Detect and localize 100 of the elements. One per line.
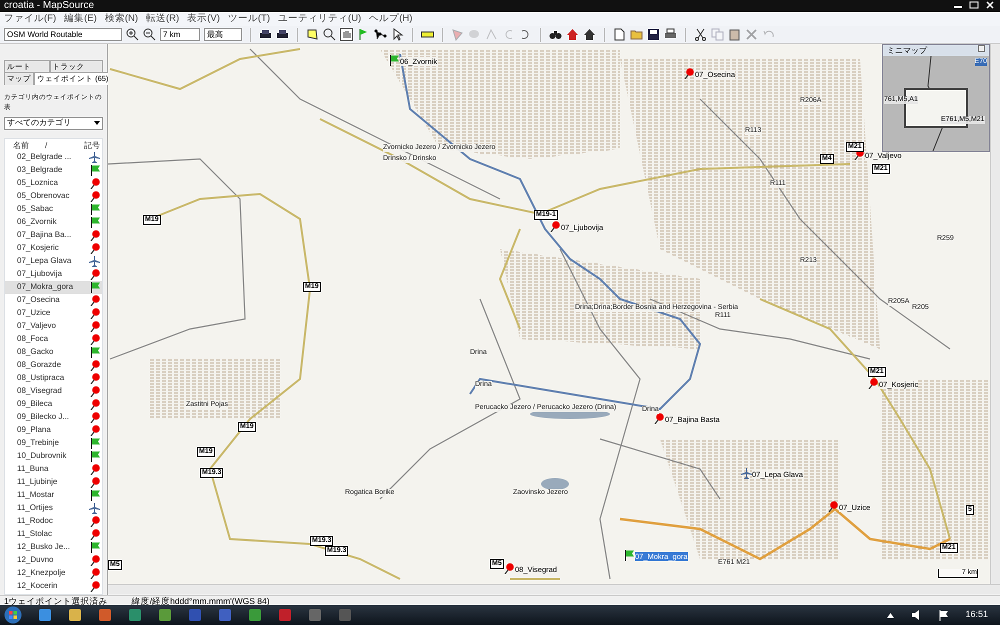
waypoint-row[interactable]: 05_Loznica — [5, 176, 102, 190]
save-button[interactable] — [647, 28, 660, 41]
taskbar-app-icon[interactable] — [68, 608, 82, 622]
menu-item[interactable]: ツール(T) — [228, 12, 270, 26]
car-button[interactable] — [259, 28, 272, 41]
waypoint-row[interactable]: 05_Obrenovac — [5, 190, 102, 203]
waypoint-row[interactable]: 09_Bileca — [5, 398, 102, 411]
menu-item[interactable]: 編集(E) — [64, 12, 97, 26]
waypoint-row[interactable]: 07_Lepa Glava — [5, 254, 102, 268]
menu-item[interactable]: 転送(R) — [146, 12, 180, 26]
car-button[interactable] — [276, 28, 289, 41]
house-button[interactable] — [583, 28, 596, 41]
waypoint-name: 05_Obrenovac — [17, 190, 70, 202]
pin-icon — [90, 334, 100, 345]
waypoint-row[interactable]: 12_Busko Je... — [5, 540, 102, 554]
waypoint-row[interactable]: 06_Zvornik — [5, 216, 102, 229]
menu-item[interactable]: 表示(V) — [187, 12, 220, 26]
zoom-in-button[interactable] — [126, 28, 139, 41]
waypoint-row[interactable]: 11_Ljubinje — [5, 476, 102, 489]
pin-icon — [90, 386, 100, 397]
maximize-icon[interactable] — [968, 0, 980, 10]
airplane-icon[interactable] — [741, 468, 752, 479]
waypoint-name: 09_Trebinje — [17, 437, 59, 450]
waypoint-row[interactable]: 07_Bajina Ba... — [5, 228, 102, 242]
waypoint-row[interactable]: 12_Kocerin — [5, 580, 102, 593]
waypoint-row[interactable]: 11_Buna — [5, 462, 102, 476]
menu-item[interactable]: ヘルプ(H) — [369, 12, 412, 26]
waypoint-row[interactable]: 07_Ljubovija — [5, 268, 102, 281]
waypoint-name: 09_Bilecko J... — [17, 411, 70, 424]
vertical-scrollbar[interactable] — [990, 44, 1000, 584]
pin-icon[interactable] — [868, 378, 878, 389]
pin-icon[interactable] — [550, 221, 560, 232]
horizontal-scrollbar[interactable] — [108, 584, 1000, 594]
waypoint-row[interactable]: 12_Knezpolje — [5, 566, 102, 580]
menu-item[interactable]: ファイル(F) — [4, 12, 56, 26]
waypoint-row[interactable]: 05_Sabac — [5, 202, 102, 216]
column-header[interactable]: 名前 — [13, 140, 29, 151]
zoom-tool-button[interactable] — [323, 28, 336, 41]
clock[interactable]: 16:51 — [965, 608, 988, 622]
flag-icon — [90, 216, 100, 228]
waypoint-row[interactable]: 07_Uzice — [5, 306, 102, 320]
pin-icon[interactable] — [504, 563, 514, 574]
waypoint-row[interactable]: 11_Rodoc — [5, 514, 102, 528]
cut-button[interactable] — [694, 28, 707, 41]
waypoint-row[interactable]: 11_Ortijes — [5, 502, 102, 515]
hand-button[interactable] — [340, 28, 353, 41]
folder-button[interactable] — [630, 28, 643, 41]
flag-icon[interactable] — [389, 55, 399, 66]
waypoint-row[interactable]: 11_Stolac — [5, 528, 102, 541]
taskbar-app-icon[interactable] — [128, 608, 142, 622]
waypoint-row[interactable]: 08_Ustipraca — [5, 372, 102, 385]
waypoint-row[interactable]: 09_Bilecko J... — [5, 410, 102, 424]
pointer-button[interactable] — [391, 28, 404, 41]
waypoint-row[interactable]: 07_Osecina — [5, 294, 102, 307]
pin-icon — [90, 190, 100, 202]
waypoint-row[interactable]: 07_Kosjeric — [5, 242, 102, 255]
taskbar-app-icon[interactable] — [248, 608, 262, 622]
waypoint-row[interactable]: 08_Gorazde — [5, 358, 102, 372]
detail-dropdown[interactable]: 最高 — [204, 28, 242, 41]
status-text: 1ウェイポイント選択済み — [4, 596, 108, 605]
pin-icon[interactable] — [684, 68, 694, 79]
menu-item[interactable]: 検索(N) — [104, 12, 138, 26]
flag-icon[interactable] — [624, 550, 634, 561]
waypoint-row[interactable]: 08_Visegrad — [5, 384, 102, 398]
map-product-dropdown[interactable]: OSM World Routable — [4, 28, 122, 41]
panel-button-icon[interactable] — [978, 45, 985, 52]
waypoint-row[interactable]: 03_Belgrade — [5, 164, 102, 177]
column-header[interactable]: 記号 — [84, 140, 100, 151]
waypoint-row[interactable]: 07_Mokra_gora — [5, 280, 102, 294]
waypoint-row[interactable]: 07_Valjevo — [5, 320, 102, 333]
waypoint-row[interactable]: 09_Trebinje — [5, 436, 102, 450]
route-tool-button[interactable] — [374, 28, 387, 41]
status-text: 緯度/経度hddd°mm.mmm'(WGS 84) — [132, 596, 270, 605]
paste-button[interactable] — [728, 28, 741, 41]
select-tool-button[interactable] — [306, 28, 319, 41]
new-file-button[interactable] — [613, 28, 626, 41]
zoom-out-button[interactable] — [143, 28, 156, 41]
waypoint-row[interactable]: 02_Belgrade ... — [5, 150, 102, 164]
waypoint-row[interactable]: 11_Mostar — [5, 488, 102, 502]
taskbar-app-icon[interactable] — [158, 608, 172, 622]
waypoint-row[interactable]: 09_Plana — [5, 424, 102, 437]
close-icon[interactable] — [984, 0, 996, 10]
pin-icon[interactable] — [654, 413, 664, 424]
taskbar-app-icon[interactable] — [38, 608, 52, 622]
flag-icon[interactable] — [939, 610, 950, 620]
print-button[interactable] — [664, 28, 677, 41]
start-button-icon[interactable] — [4, 606, 22, 624]
category-dropdown[interactable]: すべてのカテゴリ — [4, 116, 103, 130]
taskbar-app-icon[interactable] — [98, 608, 112, 622]
menu-item[interactable]: ユーティリティ(U) — [278, 12, 362, 26]
zoom-dropdown[interactable]: 7 km — [160, 28, 200, 41]
waypoint-row[interactable]: 08_Gacko — [5, 346, 102, 359]
binoculars-button[interactable] — [549, 28, 562, 41]
waypoint-row[interactable]: 12_Duvno — [5, 554, 102, 567]
pin-icon[interactable] — [828, 501, 838, 512]
house-button[interactable] — [566, 28, 579, 41]
tray-arrow-icon[interactable] — [886, 610, 896, 620]
waypoint-name: 11_Ortijes — [17, 502, 53, 514]
waypoint-row[interactable]: 10_Dubrovnik — [5, 450, 102, 463]
waypoint-row[interactable]: 08_Foca — [5, 332, 102, 346]
